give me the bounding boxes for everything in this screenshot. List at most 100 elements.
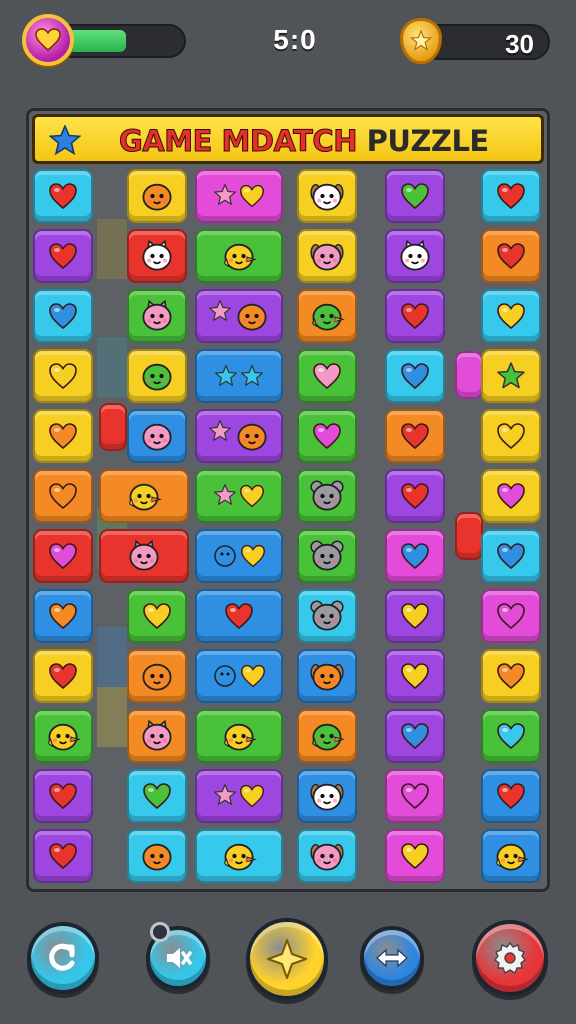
- tile[interactable]: [385, 229, 445, 283]
- tile[interactable]: [195, 769, 283, 823]
- tile[interactable]: [385, 529, 445, 583]
- tile[interactable]: [297, 169, 357, 223]
- tile[interactable]: [33, 769, 93, 823]
- tile[interactable]: [385, 769, 445, 823]
- tile[interactable]: [195, 589, 283, 643]
- heart-icon: [496, 541, 526, 571]
- tile[interactable]: [385, 649, 445, 703]
- tile[interactable]: [99, 469, 189, 523]
- tile[interactable]: [195, 709, 283, 763]
- star-icon: [49, 125, 81, 155]
- settings-button[interactable]: [472, 920, 548, 996]
- tile[interactable]: [127, 349, 187, 403]
- tile[interactable]: [33, 529, 93, 583]
- score-text: 30: [505, 29, 534, 59]
- tile[interactable]: [481, 649, 541, 703]
- tile[interactable]: [481, 169, 541, 223]
- tile[interactable]: [297, 589, 357, 643]
- tile[interactable]: [481, 409, 541, 463]
- mouse-icon: [309, 479, 345, 513]
- tile[interactable]: [297, 469, 357, 523]
- narrow-tile[interactable]: [455, 351, 483, 399]
- tile[interactable]: [195, 409, 283, 463]
- tile[interactable]: [385, 589, 445, 643]
- heart-icon: [48, 541, 78, 571]
- tile[interactable]: [33, 709, 93, 763]
- title-banner: GAME MDATCH PUZZLE: [32, 114, 544, 164]
- tile[interactable]: [481, 709, 541, 763]
- tile[interactable]: [127, 769, 187, 823]
- tile[interactable]: [385, 709, 445, 763]
- hint-button[interactable]: [246, 918, 328, 1000]
- tile[interactable]: [127, 649, 187, 703]
- tile[interactable]: [195, 169, 283, 223]
- timer-text: 5:0: [273, 24, 317, 55]
- tile[interactable]: [33, 229, 93, 283]
- tile[interactable]: [481, 529, 541, 583]
- tile[interactable]: [481, 289, 541, 343]
- tile[interactable]: [195, 469, 283, 523]
- tile[interactable]: [481, 229, 541, 283]
- tile[interactable]: [127, 589, 187, 643]
- tile[interactable]: [99, 529, 189, 583]
- tile[interactable]: [33, 589, 93, 643]
- tile[interactable]: [297, 289, 357, 343]
- tile[interactable]: [127, 409, 187, 463]
- tile[interactable]: [385, 469, 445, 523]
- bird-icon: [221, 839, 257, 873]
- tile[interactable]: [195, 829, 283, 883]
- tile[interactable]: [297, 709, 357, 763]
- tile[interactable]: [297, 409, 357, 463]
- undo-button[interactable]: [27, 922, 99, 994]
- narrow-tile[interactable]: [99, 403, 127, 451]
- tile[interactable]: [481, 349, 541, 403]
- bird-icon: [45, 719, 81, 753]
- tile[interactable]: [385, 349, 445, 403]
- heart-icon: [400, 601, 430, 631]
- heart-icon: [496, 481, 526, 511]
- tile[interactable]: [385, 829, 445, 883]
- tile[interactable]: [297, 349, 357, 403]
- cat-icon: [139, 719, 175, 753]
- heart-icon: [224, 601, 254, 631]
- tile[interactable]: [127, 229, 187, 283]
- tile[interactable]: [297, 769, 357, 823]
- tile[interactable]: [195, 289, 283, 343]
- tile[interactable]: [481, 589, 541, 643]
- tile[interactable]: [385, 289, 445, 343]
- tile[interactable]: [297, 649, 357, 703]
- tile[interactable]: [297, 529, 357, 583]
- tile[interactable]: [481, 469, 541, 523]
- tile[interactable]: [195, 349, 283, 403]
- tile[interactable]: [385, 169, 445, 223]
- tile[interactable]: [195, 229, 283, 283]
- tile[interactable]: [127, 709, 187, 763]
- tile[interactable]: [127, 289, 187, 343]
- sparkle-icon: [265, 937, 309, 981]
- tile[interactable]: [33, 829, 93, 883]
- tile[interactable]: [33, 289, 93, 343]
- empty-column-slot: [97, 337, 127, 397]
- tile[interactable]: [33, 469, 93, 523]
- tile[interactable]: [385, 409, 445, 463]
- narrow-tile[interactable]: [455, 512, 483, 560]
- heart-icon: [496, 721, 526, 751]
- swap-button[interactable]: [360, 926, 424, 990]
- tile[interactable]: [127, 829, 187, 883]
- tile[interactable]: [33, 649, 93, 703]
- tile[interactable]: [481, 769, 541, 823]
- tile[interactable]: [127, 169, 187, 223]
- tile[interactable]: [33, 169, 93, 223]
- heart-icon: [496, 421, 526, 451]
- swap-arrows-icon: [375, 946, 409, 970]
- tile[interactable]: [297, 829, 357, 883]
- heart-icon: [48, 841, 78, 871]
- tile[interactable]: [297, 229, 357, 283]
- tile[interactable]: [33, 409, 93, 463]
- tile[interactable]: [33, 349, 93, 403]
- tile[interactable]: [195, 649, 283, 703]
- tile[interactable]: [195, 529, 283, 583]
- top-hud: 5:0 30: [0, 0, 576, 84]
- tile[interactable]: [481, 829, 541, 883]
- heart-icon: [48, 361, 78, 391]
